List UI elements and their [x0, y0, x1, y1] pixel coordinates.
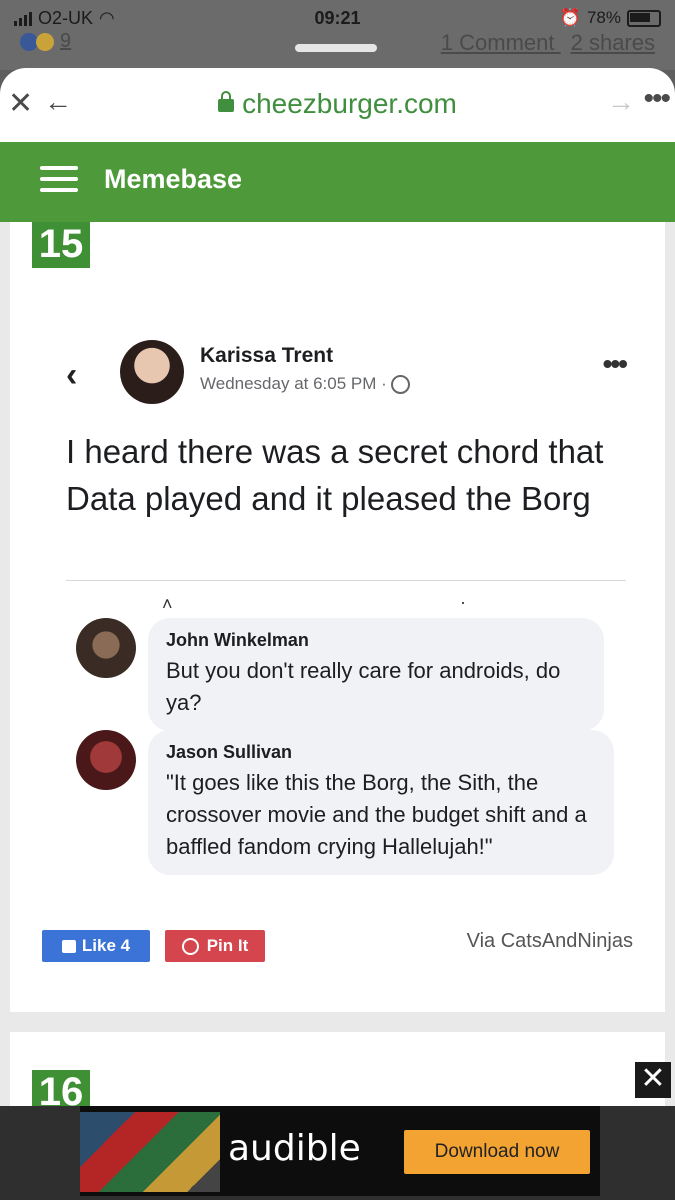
- globe-icon: [390, 375, 410, 395]
- haha-reaction-icon: [36, 32, 54, 51]
- browser-bar: ✕ ← cheezburger.com → •••: [0, 68, 675, 142]
- hamburger-menu-icon[interactable]: [40, 166, 78, 196]
- more-options-icon: •••: [602, 348, 628, 379]
- comment-count[interactable]: 1 Comment: [441, 30, 555, 55]
- post-text: I heard there was a secret chord that Da…: [66, 433, 604, 517]
- reactions-row[interactable]: 9: [20, 30, 71, 53]
- comment-author: John Winkelman: [166, 630, 309, 650]
- alarm-icon: ⏰: [559, 8, 581, 27]
- post-timestamp: Wednesday at 6:05 PM ·: [200, 374, 410, 395]
- chevron-left-icon: ‹: [66, 356, 78, 394]
- comment-bubble: Jason Sullivan "It goes like this the Bo…: [148, 730, 614, 875]
- comment-author: Jason Sullivan: [166, 742, 293, 762]
- divider: [66, 580, 626, 581]
- comment-share-counts[interactable]: 1 Comment 2 shares: [441, 30, 655, 56]
- reaction-count: 9: [60, 30, 72, 52]
- ad-banner[interactable]: audible Download now: [80, 1106, 600, 1196]
- avatar: [76, 730, 136, 790]
- avatar: [76, 618, 136, 678]
- thumbs-up-icon: [61, 939, 76, 953]
- content-area: ‹ Karissa Trent Wednesday at 6:05 PM · •…: [0, 222, 675, 1200]
- battery: ⏰ 78%: [560, 8, 661, 28]
- home-indicator: [295, 44, 377, 52]
- battery-percent: 78%: [586, 8, 621, 27]
- battery-icon: [627, 9, 661, 27]
- close-ad-icon[interactable]: ✕: [635, 1062, 671, 1098]
- pinterest-icon: [181, 937, 199, 955]
- more-menu-icon[interactable]: •••: [643, 82, 670, 116]
- item-number-badge: 15: [32, 222, 90, 268]
- url-text: cheezburger.com: [242, 88, 457, 119]
- url-bar[interactable]: cheezburger.com: [0, 88, 675, 120]
- forward-arrow-icon[interactable]: →: [607, 86, 635, 118]
- like-button[interactable]: Like 4: [42, 930, 150, 962]
- share-count[interactable]: 2 shares: [571, 30, 655, 55]
- post-author: Karissa Trent: [200, 344, 334, 367]
- comment-text: "It goes like this the Borg, the Sith, t…: [166, 770, 587, 859]
- lock-icon: [218, 91, 235, 113]
- download-now-button[interactable]: Download now: [404, 1130, 590, 1174]
- caret-icon: ˄: [162, 594, 173, 614]
- site-title[interactable]: Memebase: [104, 164, 242, 195]
- ad-brand-logo: audible: [228, 1128, 361, 1169]
- avatar: [120, 340, 184, 404]
- dot-icon: ·: [460, 592, 466, 612]
- audiobook-covers-image: [80, 1112, 220, 1192]
- comment-text: But you don't really care for androids, …: [166, 658, 561, 715]
- list-item: ‹ Karissa Trent Wednesday at 6:05 PM · •…: [10, 222, 665, 1012]
- site-header: Memebase: [0, 142, 675, 222]
- pin-label: Pin It: [206, 936, 249, 955]
- pin-it-button[interactable]: Pin It: [165, 930, 265, 962]
- via-source-link[interactable]: Via CatsAndNinjas: [467, 930, 633, 953]
- like-label: Like 4: [81, 936, 131, 955]
- comment-bubble: John Winkelman But you don't really care…: [148, 618, 604, 731]
- status-bar: O2-UK ◠ 09:21 ⏰ 78% 9 1 Comment 2 shares: [0, 0, 675, 70]
